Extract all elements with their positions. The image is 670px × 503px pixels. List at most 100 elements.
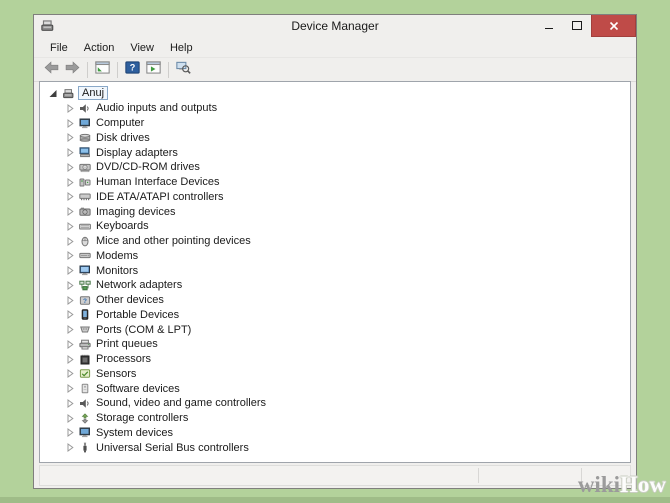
menu-item-view[interactable]: View <box>122 40 162 56</box>
expand-chevron-icon[interactable] <box>65 340 75 349</box>
expand-chevron-icon[interactable] <box>65 251 75 260</box>
imaging-device-icon <box>78 206 92 217</box>
tree-item[interactable]: IDE ATA/ATAPI controllers <box>65 190 630 205</box>
tree-item-label: Mice and other pointing devices <box>94 235 253 247</box>
tree-item[interactable]: Computer <box>65 116 630 131</box>
tree-item-label: Other devices <box>94 294 166 306</box>
action-pane-icon <box>146 61 161 79</box>
tree-item-label: Disk drives <box>94 132 152 144</box>
tree-item[interactable]: Mice and other pointing devices <box>65 234 630 249</box>
expand-chevron-icon[interactable] <box>65 414 75 423</box>
modem-icon <box>78 250 92 261</box>
menu-item-file[interactable]: File <box>42 40 76 56</box>
port-icon <box>78 324 92 335</box>
expand-chevron-icon[interactable] <box>65 443 75 452</box>
svg-text:?: ? <box>83 297 87 304</box>
expand-chevron-icon[interactable] <box>65 428 75 437</box>
tree-item[interactable]: Print queues <box>65 337 630 352</box>
toolbar-separator <box>117 62 118 78</box>
tree-item[interactable]: DVD/CD-ROM drives <box>65 160 630 175</box>
expand-chevron-icon[interactable] <box>65 266 75 275</box>
tree-item[interactable]: Software devices <box>65 381 630 396</box>
tree-item[interactable]: System devices <box>65 426 630 441</box>
ide-controller-icon <box>78 191 92 202</box>
toolbar-separator <box>168 62 169 78</box>
menu-item-action[interactable]: Action <box>76 40 123 56</box>
device-tree[interactable]: AnujAudio inputs and outputsComputer Disk… <box>39 81 631 463</box>
monitor-icon <box>78 265 92 276</box>
close-icon <box>609 21 619 31</box>
tree-item[interactable]: Display adapters <box>65 145 630 160</box>
expand-chevron-icon[interactable] <box>65 296 75 305</box>
titlebar[interactable]: Device Manager <box>34 15 636 38</box>
collapse-expander-icon[interactable] <box>48 89 58 98</box>
maximize-button[interactable] <box>563 15 591 36</box>
wikihow-watermark: wikiHow <box>578 473 666 496</box>
tree-item[interactable]: Ports (COM & LPT) <box>65 322 630 337</box>
speaker-icon <box>78 103 92 114</box>
expand-chevron-icon[interactable] <box>65 119 75 128</box>
processor-icon <box>78 354 92 365</box>
tree-item-label: Keyboards <box>94 220 151 232</box>
minimize-button[interactable] <box>535 15 563 36</box>
expand-chevron-icon[interactable] <box>65 192 75 201</box>
tree-item[interactable]: Portable Devices <box>65 308 630 323</box>
help-button[interactable]: ? <box>122 60 143 80</box>
tree-item-label: Computer <box>94 117 146 129</box>
action-pane-button[interactable] <box>143 60 164 80</box>
tree-item[interactable]: Disk drives <box>65 131 630 146</box>
tree-item[interactable]: Sound, video and game controllers <box>65 396 630 411</box>
tree-item-label: Human Interface Devices <box>94 176 222 188</box>
keyboard-icon <box>78 221 92 232</box>
sensor-icon <box>78 368 92 379</box>
expand-chevron-icon[interactable] <box>65 399 75 408</box>
tree-item-label: Processors <box>94 353 153 365</box>
expand-chevron-icon[interactable] <box>65 355 75 364</box>
bottom-shade <box>0 497 670 503</box>
console-window-icon <box>95 61 110 79</box>
tree-item[interactable]: Monitors <box>65 263 630 278</box>
expand-chevron-icon[interactable] <box>65 310 75 319</box>
tree-item-label: Modems <box>94 250 140 262</box>
tree-item[interactable]: Processors <box>65 352 630 367</box>
tree-item-label: Portable Devices <box>94 309 181 321</box>
scan-hardware-button[interactable] <box>173 60 194 80</box>
printer-icon <box>78 339 92 350</box>
tree-item[interactable]: Sensors <box>65 367 630 382</box>
tree-item[interactable]: Network adapters <box>65 278 630 293</box>
expand-chevron-icon[interactable] <box>65 222 75 231</box>
scan-hardware-icon <box>176 61 191 79</box>
expand-chevron-icon[interactable] <box>65 148 75 157</box>
forward-arrow-button[interactable] <box>62 60 83 80</box>
tree-item[interactable]: Keyboards <box>65 219 630 234</box>
expand-chevron-icon[interactable] <box>65 237 75 246</box>
tree-item[interactable]: ? Other devices <box>65 293 630 308</box>
expand-chevron-icon[interactable] <box>65 163 75 172</box>
menu-item-help[interactable]: Help <box>162 40 201 56</box>
expand-chevron-icon[interactable] <box>65 281 75 290</box>
maximize-icon <box>572 21 582 30</box>
tree-item[interactable]: Universal Serial Bus controllers <box>65 440 630 455</box>
tree-item[interactable]: Storage controllers <box>65 411 630 426</box>
tree-root-item[interactable]: Anuj <box>48 85 630 101</box>
tree-item[interactable]: Human Interface Devices <box>65 175 630 190</box>
expand-chevron-icon[interactable] <box>65 369 75 378</box>
tree-item[interactable]: Audio inputs and outputs <box>65 101 630 116</box>
back-arrow-button[interactable] <box>41 60 62 80</box>
tree-item[interactable]: Imaging devices <box>65 204 630 219</box>
expand-chevron-icon[interactable] <box>65 178 75 187</box>
expand-chevron-icon[interactable] <box>65 133 75 142</box>
tree-item-label: Network adapters <box>94 279 184 291</box>
expand-chevron-icon[interactable] <box>65 384 75 393</box>
storage-controller-icon <box>78 413 92 424</box>
expand-chevron-icon[interactable] <box>65 325 75 334</box>
console-window-button[interactable] <box>92 60 113 80</box>
hid-icon <box>78 177 92 188</box>
back-arrow-icon <box>44 61 59 79</box>
tree-item[interactable]: Modems <box>65 249 630 264</box>
expand-chevron-icon[interactable] <box>65 104 75 113</box>
expand-chevron-icon[interactable] <box>65 207 75 216</box>
tree-item-label: Ports (COM & LPT) <box>94 324 193 336</box>
svg-text:?: ? <box>130 62 136 72</box>
close-button[interactable] <box>591 15 636 37</box>
